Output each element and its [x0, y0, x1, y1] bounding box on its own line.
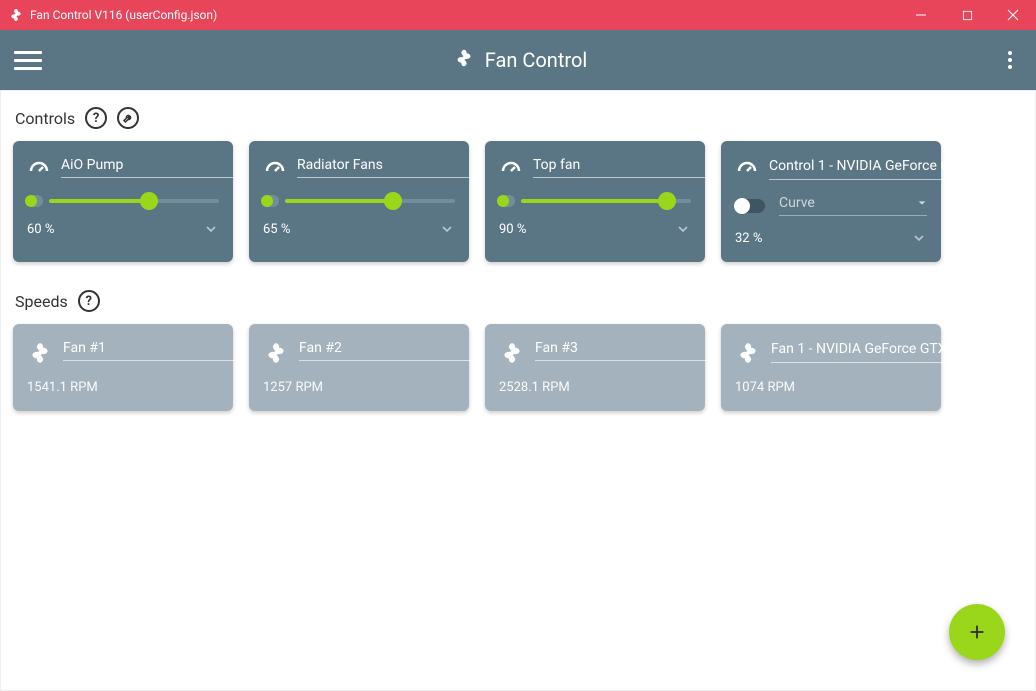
fan-icon [263, 340, 289, 366]
curve-select-label: Curve [779, 195, 815, 211]
window-maximize-button[interactable] [944, 0, 990, 30]
speeds-label: Speeds [15, 292, 68, 311]
speed-name-input[interactable] [535, 338, 713, 361]
fan-icon [735, 340, 761, 366]
app-title-text: Fan Control [485, 48, 587, 72]
expand-chevron-icon[interactable] [675, 221, 691, 237]
window-title: Fan Control V116 (userConfig.json) [30, 8, 217, 22]
slider-toggle-icon[interactable] [499, 195, 515, 207]
add-fab-button[interactable] [949, 604, 1005, 660]
percent-label: 90 % [499, 222, 526, 237]
slider-toggle-icon[interactable] [263, 195, 279, 207]
card-menu-button[interactable] [957, 155, 964, 174]
expand-chevron-icon[interactable] [439, 221, 455, 237]
controls-section-header: Controls ? [11, 101, 1025, 141]
content-area: Controls ? 60 % [0, 90, 1036, 691]
control-card-gpu: Curve 32 % [721, 141, 941, 262]
control-name-input[interactable] [533, 155, 711, 178]
speeds-row: 1541.1 RPM 1257 RPM 2528.1 RPM [11, 324, 1025, 411]
speed-card: 1074 RPM [721, 324, 941, 411]
speed-name-input[interactable] [771, 338, 949, 363]
gauge-icon [27, 157, 51, 181]
control-name-input[interactable] [769, 155, 947, 180]
fan-icon [27, 340, 53, 366]
rpm-label: 1257 RPM [263, 380, 455, 395]
speed-name-input[interactable] [63, 338, 241, 361]
curve-toggle[interactable] [735, 199, 765, 213]
control-card: 60 % [13, 141, 233, 262]
speed-card: 2528.1 RPM [485, 324, 705, 411]
speed-slider[interactable] [521, 199, 691, 203]
speeds-section-header: Speeds ? [11, 284, 1025, 324]
curve-select[interactable]: Curve [779, 195, 927, 216]
window-minimize-button[interactable] [898, 0, 944, 30]
fan-icon [499, 340, 525, 366]
app-menu-button[interactable] [998, 51, 1022, 69]
gauge-icon [735, 157, 759, 181]
plus-icon [966, 621, 988, 643]
card-menu-button[interactable] [959, 338, 966, 357]
controls-row: 60 % 65 % [11, 141, 1025, 262]
help-icon[interactable]: ? [78, 290, 100, 312]
percent-label: 32 % [735, 231, 762, 246]
speed-name-input[interactable] [299, 338, 477, 361]
speed-slider[interactable] [285, 199, 455, 203]
control-name-input[interactable] [297, 155, 475, 178]
app-fan-icon [8, 7, 24, 23]
fan-icon [453, 47, 475, 74]
controls-label: Controls [15, 109, 75, 128]
slider-toggle-icon[interactable] [27, 195, 43, 207]
speed-card: 1541.1 RPM [13, 324, 233, 411]
wrench-icon[interactable] [117, 107, 139, 129]
expand-chevron-icon[interactable] [911, 230, 927, 246]
app-title: Fan Control [42, 47, 998, 74]
rpm-label: 1541.1 RPM [27, 380, 219, 395]
help-icon[interactable]: ? [85, 107, 107, 129]
gauge-icon [499, 157, 523, 181]
percent-label: 65 % [263, 222, 290, 237]
menu-hamburger-button[interactable] [14, 51, 42, 70]
dropdown-triangle-icon [917, 198, 927, 208]
rpm-label: 1074 RPM [735, 380, 927, 395]
window-close-button[interactable] [990, 0, 1036, 30]
app-bar: Fan Control [0, 30, 1036, 90]
control-card: 90 % [485, 141, 705, 262]
expand-chevron-icon[interactable] [203, 221, 219, 237]
gauge-icon [263, 157, 287, 181]
speed-card: 1257 RPM [249, 324, 469, 411]
control-card: 65 % [249, 141, 469, 262]
speed-slider[interactable] [49, 199, 219, 203]
control-name-input[interactable] [61, 155, 239, 178]
percent-label: 60 % [27, 222, 54, 237]
window-titlebar: Fan Control V116 (userConfig.json) [0, 0, 1036, 30]
rpm-label: 2528.1 RPM [499, 380, 691, 395]
